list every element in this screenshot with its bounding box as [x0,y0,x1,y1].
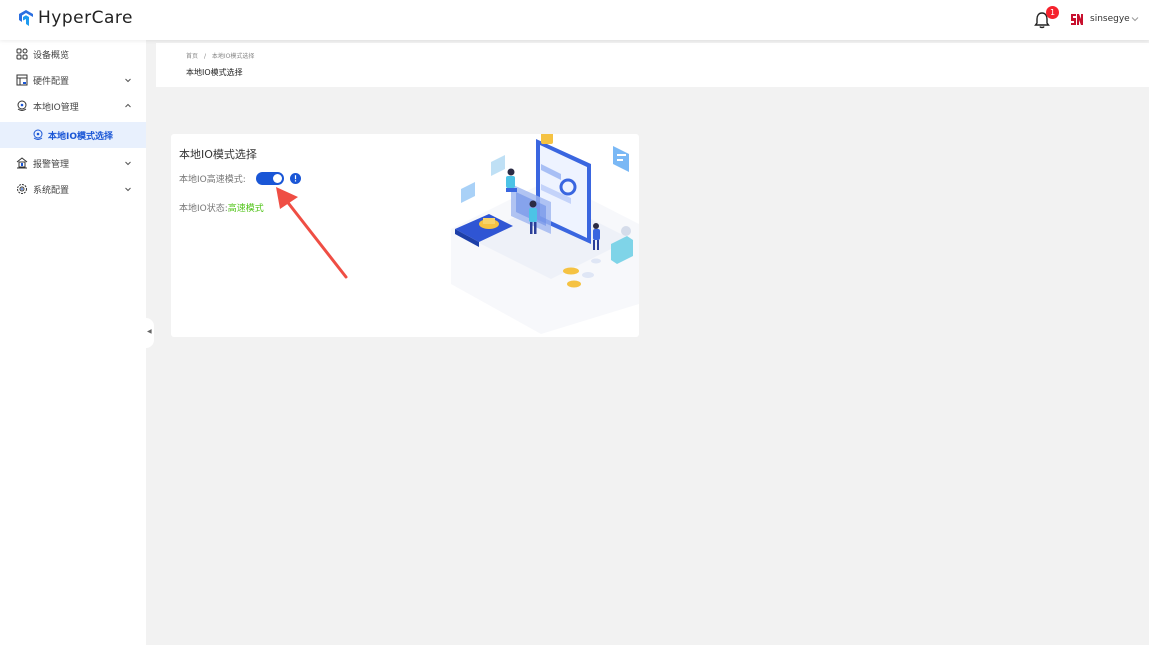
avatar[interactable] [1070,13,1084,26]
sidebar: 设备概览 硬件配置 本地IO管理 本地IO模式选择 报警管理 系统配置 [0,40,146,645]
sidebar-item-label: 系统配置 [33,185,70,196]
logo[interactable]: HyperCare [16,8,133,28]
breadcrumb: 首页 / 本地IO模式选择 [186,51,254,60]
io-mode-icon [33,129,43,140]
io-mode-card: 本地IO模式选择 本地IO高速模式: 本地IO状态:高速模式 [171,134,639,337]
info-icon[interactable] [290,173,301,184]
dashboard-illustration [451,134,639,334]
sidebar-item-system-config[interactable]: 系统配置 [0,176,146,202]
sidebar-item-label: 设备概览 [33,50,70,61]
sidebar-item-hardware-config[interactable]: 硬件配置 [0,67,146,93]
chevron-down-icon [125,78,131,83]
page-title: 本地IO模式选择 [186,68,243,77]
card-title: 本地IO模式选择 [179,148,257,161]
sidebar-collapse-button[interactable]: ◀ [146,318,154,348]
settings-icon [17,184,27,194]
sidebar-item-label: 本地IO管理 [33,102,79,113]
breadcrumb-bar: 首页 / 本地IO模式选择 本地IO模式选择 [156,43,1149,87]
sidebar-item-label: 硬件配置 [33,76,70,87]
breadcrumb-home[interactable]: 首页 [186,53,198,60]
chevron-up-icon [125,103,131,108]
speed-mode-toggle[interactable] [256,172,284,185]
chevron-down-icon [125,161,131,166]
io-status-label: 本地IO状态: [179,204,228,214]
sidebar-item-label: 报警管理 [33,159,70,170]
sidebar-item-device-overview[interactable]: 设备概览 [0,41,146,67]
sidebar-item-alarm-manage[interactable]: 报警管理 [0,150,146,176]
notification-badge: 1 [1046,6,1059,19]
collapse-arrow-icon: ◀ [147,328,152,335]
toggle-knob [273,174,282,183]
hypercare-logo-icon [19,10,33,26]
io-status-row: 本地IO状态:高速模式 [179,201,264,214]
dashboard-icon [16,48,28,60]
speed-mode-label: 本地IO高速模式: [179,175,246,185]
io-manage-icon [17,100,27,111]
username[interactable]: sinsegye [1090,14,1130,24]
annotation-arrow [276,187,348,279]
alarm-icon [16,157,28,169]
hardware-icon [16,74,28,86]
top-header: HyperCare 1 sinsegye [0,0,1149,40]
breadcrumb-current: 本地IO模式选择 [211,53,255,60]
logo-text: HyperCare [38,8,133,28]
sidebar-item-label: 本地IO模式选择 [48,131,113,142]
io-status-value: 高速模式 [227,204,264,214]
sidebar-item-local-io-manage[interactable]: 本地IO管理 [0,93,146,119]
sidebar-item-local-io-mode[interactable]: 本地IO模式选择 [0,122,146,148]
chevron-down-icon [125,187,131,192]
chevron-down-icon[interactable] [1130,14,1140,24]
breadcrumb-separator: / [203,53,206,60]
